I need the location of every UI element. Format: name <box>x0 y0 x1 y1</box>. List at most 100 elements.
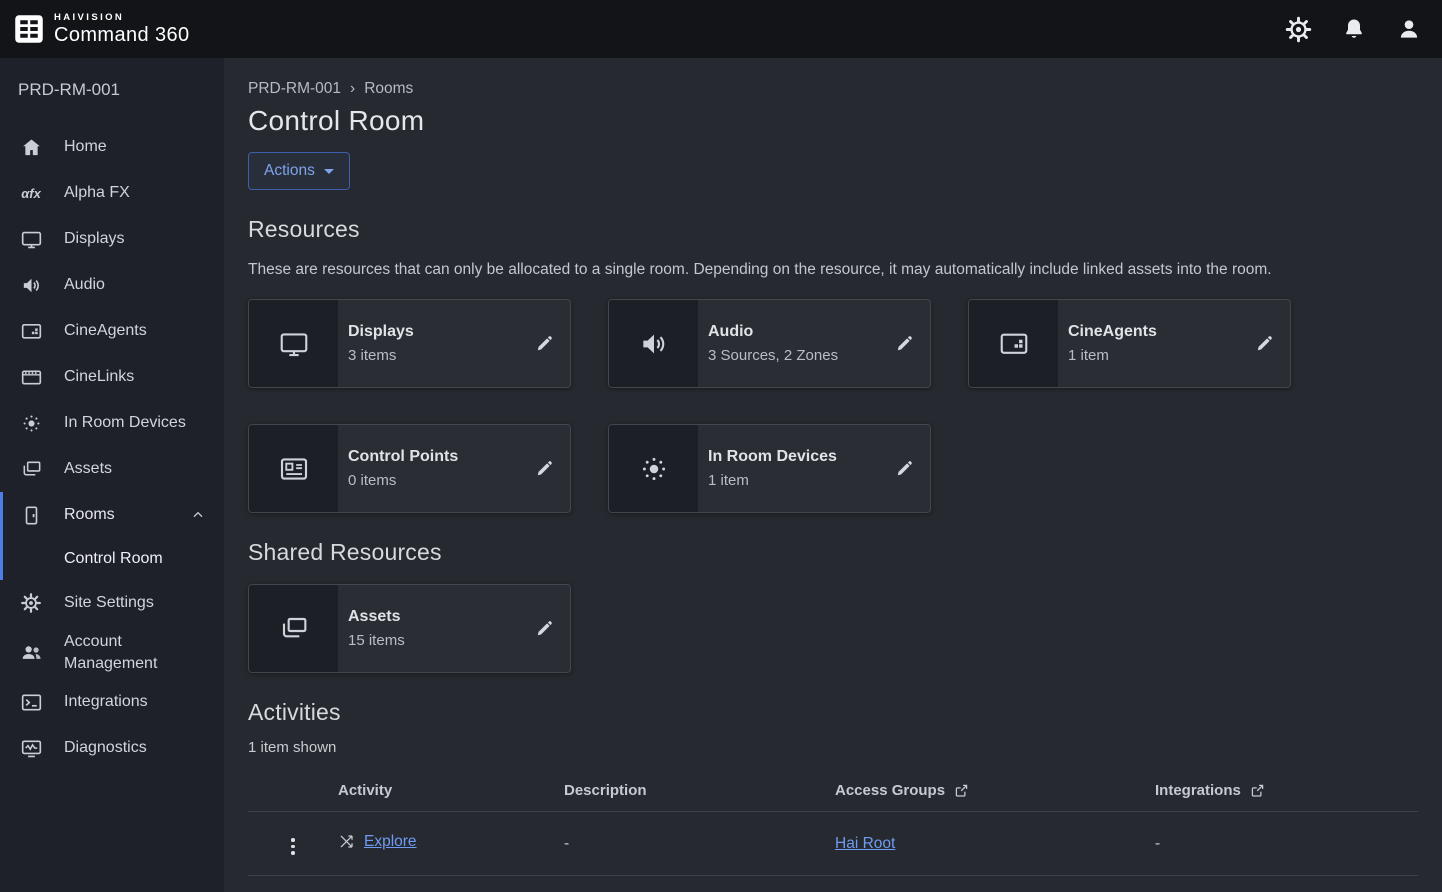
description-cell: - <box>564 812 835 876</box>
assets-icon <box>249 585 338 672</box>
notifications-button[interactable] <box>1342 17 1366 41</box>
sidebar-item-displays[interactable]: Displays <box>0 216 224 262</box>
card-audio: Audio 3 Sources, 2 Zones <box>608 299 931 388</box>
sidebar-item-label: CineLinks <box>64 366 134 388</box>
pencil-icon <box>535 619 554 638</box>
sidebar-item-label: Integrations <box>64 691 148 713</box>
app-name: Command 360 <box>54 25 190 45</box>
sidebar-subitem-label: Control Room <box>64 550 163 568</box>
sidebar-item-site-settings[interactable]: Site Settings <box>0 580 224 626</box>
pencil-icon <box>895 334 914 353</box>
sidebar-item-account-management[interactable]: Account Management <box>0 626 224 679</box>
sidebar-item-home[interactable]: Home <box>0 124 224 170</box>
sidebar-item-label: Account Management <box>64 631 184 674</box>
access-group-link[interactable]: Hai Root <box>835 835 895 852</box>
sidebar-item-integrations[interactable]: Integrations <box>0 679 224 725</box>
edit-displays-button[interactable] <box>535 334 554 353</box>
pencil-icon <box>535 334 554 353</box>
card-subtitle: 0 items <box>348 472 535 489</box>
alpha-fx-icon: αfx <box>18 181 44 205</box>
column-description: Description <box>564 770 835 812</box>
resources-description: These are resources that can only be all… <box>248 258 1400 281</box>
sidebar-nav: Home αfx Alpha FX Displays <box>0 124 224 771</box>
breadcrumb-room[interactable]: PRD-RM-001 <box>248 80 341 98</box>
row-menu-button[interactable] <box>283 834 303 859</box>
display-icon <box>249 300 338 387</box>
table-row: Explore - Hai Root - <box>248 812 1418 876</box>
column-integrations: Integrations <box>1155 770 1418 812</box>
sidebar-item-audio[interactable]: Audio <box>0 262 224 308</box>
edit-in-room-devices-button[interactable] <box>895 459 914 478</box>
card-title: Audio <box>708 323 895 341</box>
sidebar-item-label: Rooms <box>64 504 115 526</box>
sidebar-item-rooms[interactable]: Rooms <box>3 492 224 538</box>
card-subtitle: 1 item <box>1068 347 1255 364</box>
sidebar-item-in-room-devices[interactable]: In Room Devices <box>0 400 224 446</box>
pencil-icon <box>1255 334 1274 353</box>
edit-cineagents-button[interactable] <box>1255 334 1274 353</box>
card-title: Displays <box>348 323 535 341</box>
chevron-up-icon <box>190 507 206 523</box>
sidebar-item-cinelinks[interactable]: CineLinks <box>0 354 224 400</box>
edit-audio-button[interactable] <box>895 334 914 353</box>
sidebar-item-label: CineAgents <box>64 320 147 342</box>
breadcrumb: PRD-RM-001 › Rooms <box>248 80 1418 98</box>
in-room-devices-icon <box>18 411 44 435</box>
sidebar-item-diagnostics[interactable]: Diagnostics <box>0 725 224 771</box>
column-activity: Activity <box>338 770 564 812</box>
sidebar-item-cineagents[interactable]: CineAgents <box>0 308 224 354</box>
control-points-icon <box>249 425 338 512</box>
edit-control-points-button[interactable] <box>535 459 554 478</box>
explore-icon <box>338 833 355 850</box>
activities-table: Activity Description Access Groups <box>248 770 1418 876</box>
assets-icon <box>18 457 44 481</box>
card-control-points: Control Points 0 items <box>248 424 571 513</box>
column-actions <box>248 770 338 812</box>
main-content: PRD-RM-001 › Rooms Control Room Actions … <box>224 58 1442 892</box>
activities-heading: Activities <box>248 699 1418 726</box>
shared-resource-cards: Assets 15 items <box>248 584 1418 673</box>
sidebar-item-label: Audio <box>64 274 105 296</box>
sidebar-item-alpha-fx[interactable]: αfx Alpha FX <box>0 170 224 216</box>
in-room-devices-icon <box>609 425 698 512</box>
card-title: Assets <box>348 608 535 626</box>
app-logo[interactable]: HAIVISION Command 360 <box>14 13 190 46</box>
integrations-cell: - <box>1155 812 1418 876</box>
sidebar: PRD-RM-001 Home αfx Alpha FX D <box>0 58 224 892</box>
topbar-actions <box>1285 16 1422 43</box>
cineagents-icon <box>969 300 1058 387</box>
breadcrumb-rooms[interactable]: Rooms <box>364 80 413 98</box>
external-link-icon[interactable] <box>1250 783 1265 798</box>
sidebar-group-rooms: Rooms Control Room <box>0 492 224 580</box>
settings-button[interactable] <box>1285 16 1312 43</box>
card-cineagents: CineAgents 1 item <box>968 299 1291 388</box>
cinelinks-icon <box>18 365 44 389</box>
edit-assets-button[interactable] <box>535 619 554 638</box>
card-subtitle: 3 items <box>348 347 535 364</box>
rooms-icon <box>18 503 44 527</box>
cineagents-icon <box>18 319 44 343</box>
pencil-icon <box>895 459 914 478</box>
table-header-row: Activity Description Access Groups <box>248 770 1418 812</box>
sidebar-item-control-room[interactable]: Control Room <box>3 538 224 580</box>
activities-count: 1 item shown <box>248 739 1418 756</box>
user-menu-button[interactable] <box>1396 16 1422 42</box>
sidebar-item-assets[interactable]: Assets <box>0 446 224 492</box>
sidebar-item-label: Home <box>64 136 107 158</box>
home-icon <box>18 135 44 159</box>
actions-button[interactable]: Actions <box>248 152 350 190</box>
site-label: PRD-RM-001 <box>0 58 224 110</box>
resource-cards: Displays 3 items <box>248 299 1418 513</box>
pencil-icon <box>535 459 554 478</box>
brand-name: HAIVISION <box>54 13 190 23</box>
resources-heading: Resources <box>248 216 1418 243</box>
sidebar-item-label: Diagnostics <box>64 737 147 759</box>
card-assets: Assets 15 items <box>248 584 571 673</box>
caret-down-icon <box>324 169 334 174</box>
bell-icon <box>1342 17 1366 41</box>
audio-icon <box>609 300 698 387</box>
sidebar-item-label: Displays <box>64 228 124 250</box>
external-link-icon[interactable] <box>954 783 969 798</box>
column-access-groups-label: Access Groups <box>835 782 945 799</box>
activity-explore-link[interactable]: Explore <box>364 833 417 851</box>
